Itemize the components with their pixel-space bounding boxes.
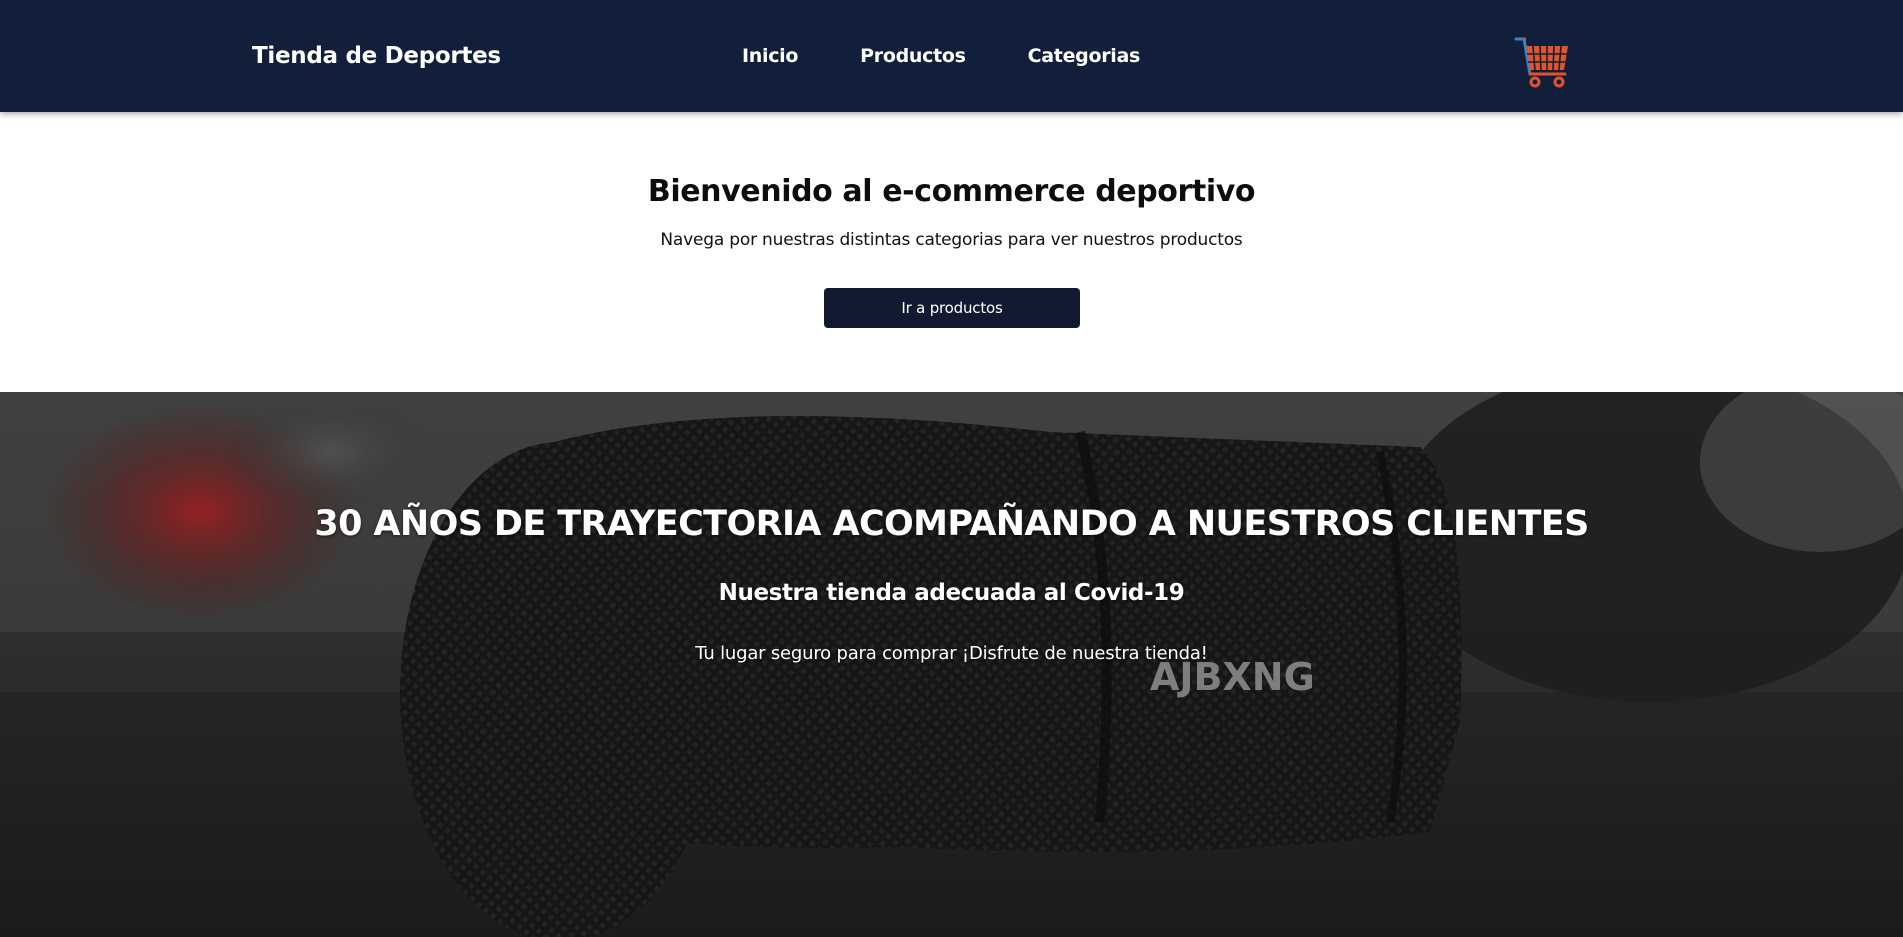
hero-title: 30 AÑOS DE TRAYECTORIA ACOMPAÑANDO A NUE… (314, 504, 1589, 544)
welcome-subtitle: Navega por nuestras distintas categorias… (660, 230, 1243, 250)
nav-link-productos[interactable]: Productos (860, 45, 966, 67)
hero-subtitle: Nuestra tienda adecuada al Covid-19 (718, 580, 1185, 606)
nav-link-categorias[interactable]: Categorias (1028, 45, 1141, 67)
site-header: Tienda de Deportes Inicio Productos Cate… (0, 0, 1903, 112)
brand-title[interactable]: Tienda de Deportes (252, 0, 501, 112)
welcome-section: Bienvenido al e-commerce deportivo Naveg… (0, 112, 1903, 392)
hero-text: Tu lugar seguro para comprar ¡Disfrute d… (695, 643, 1208, 664)
welcome-title: Bienvenido al e-commerce deportivo (647, 174, 1256, 209)
shopping-cart-icon[interactable] (1513, 34, 1571, 92)
nav-link-inicio[interactable]: Inicio (742, 45, 798, 67)
hero-banner: AJBXNG 30 AÑOS DE TRAYECTORIA ACOMPAÑAND… (0, 392, 1903, 937)
main-nav: Inicio Productos Categorias (742, 0, 1140, 112)
boxing-glove-background-image: AJBXNG (0, 392, 1903, 937)
go-to-products-button[interactable]: Ir a productos (824, 288, 1080, 328)
